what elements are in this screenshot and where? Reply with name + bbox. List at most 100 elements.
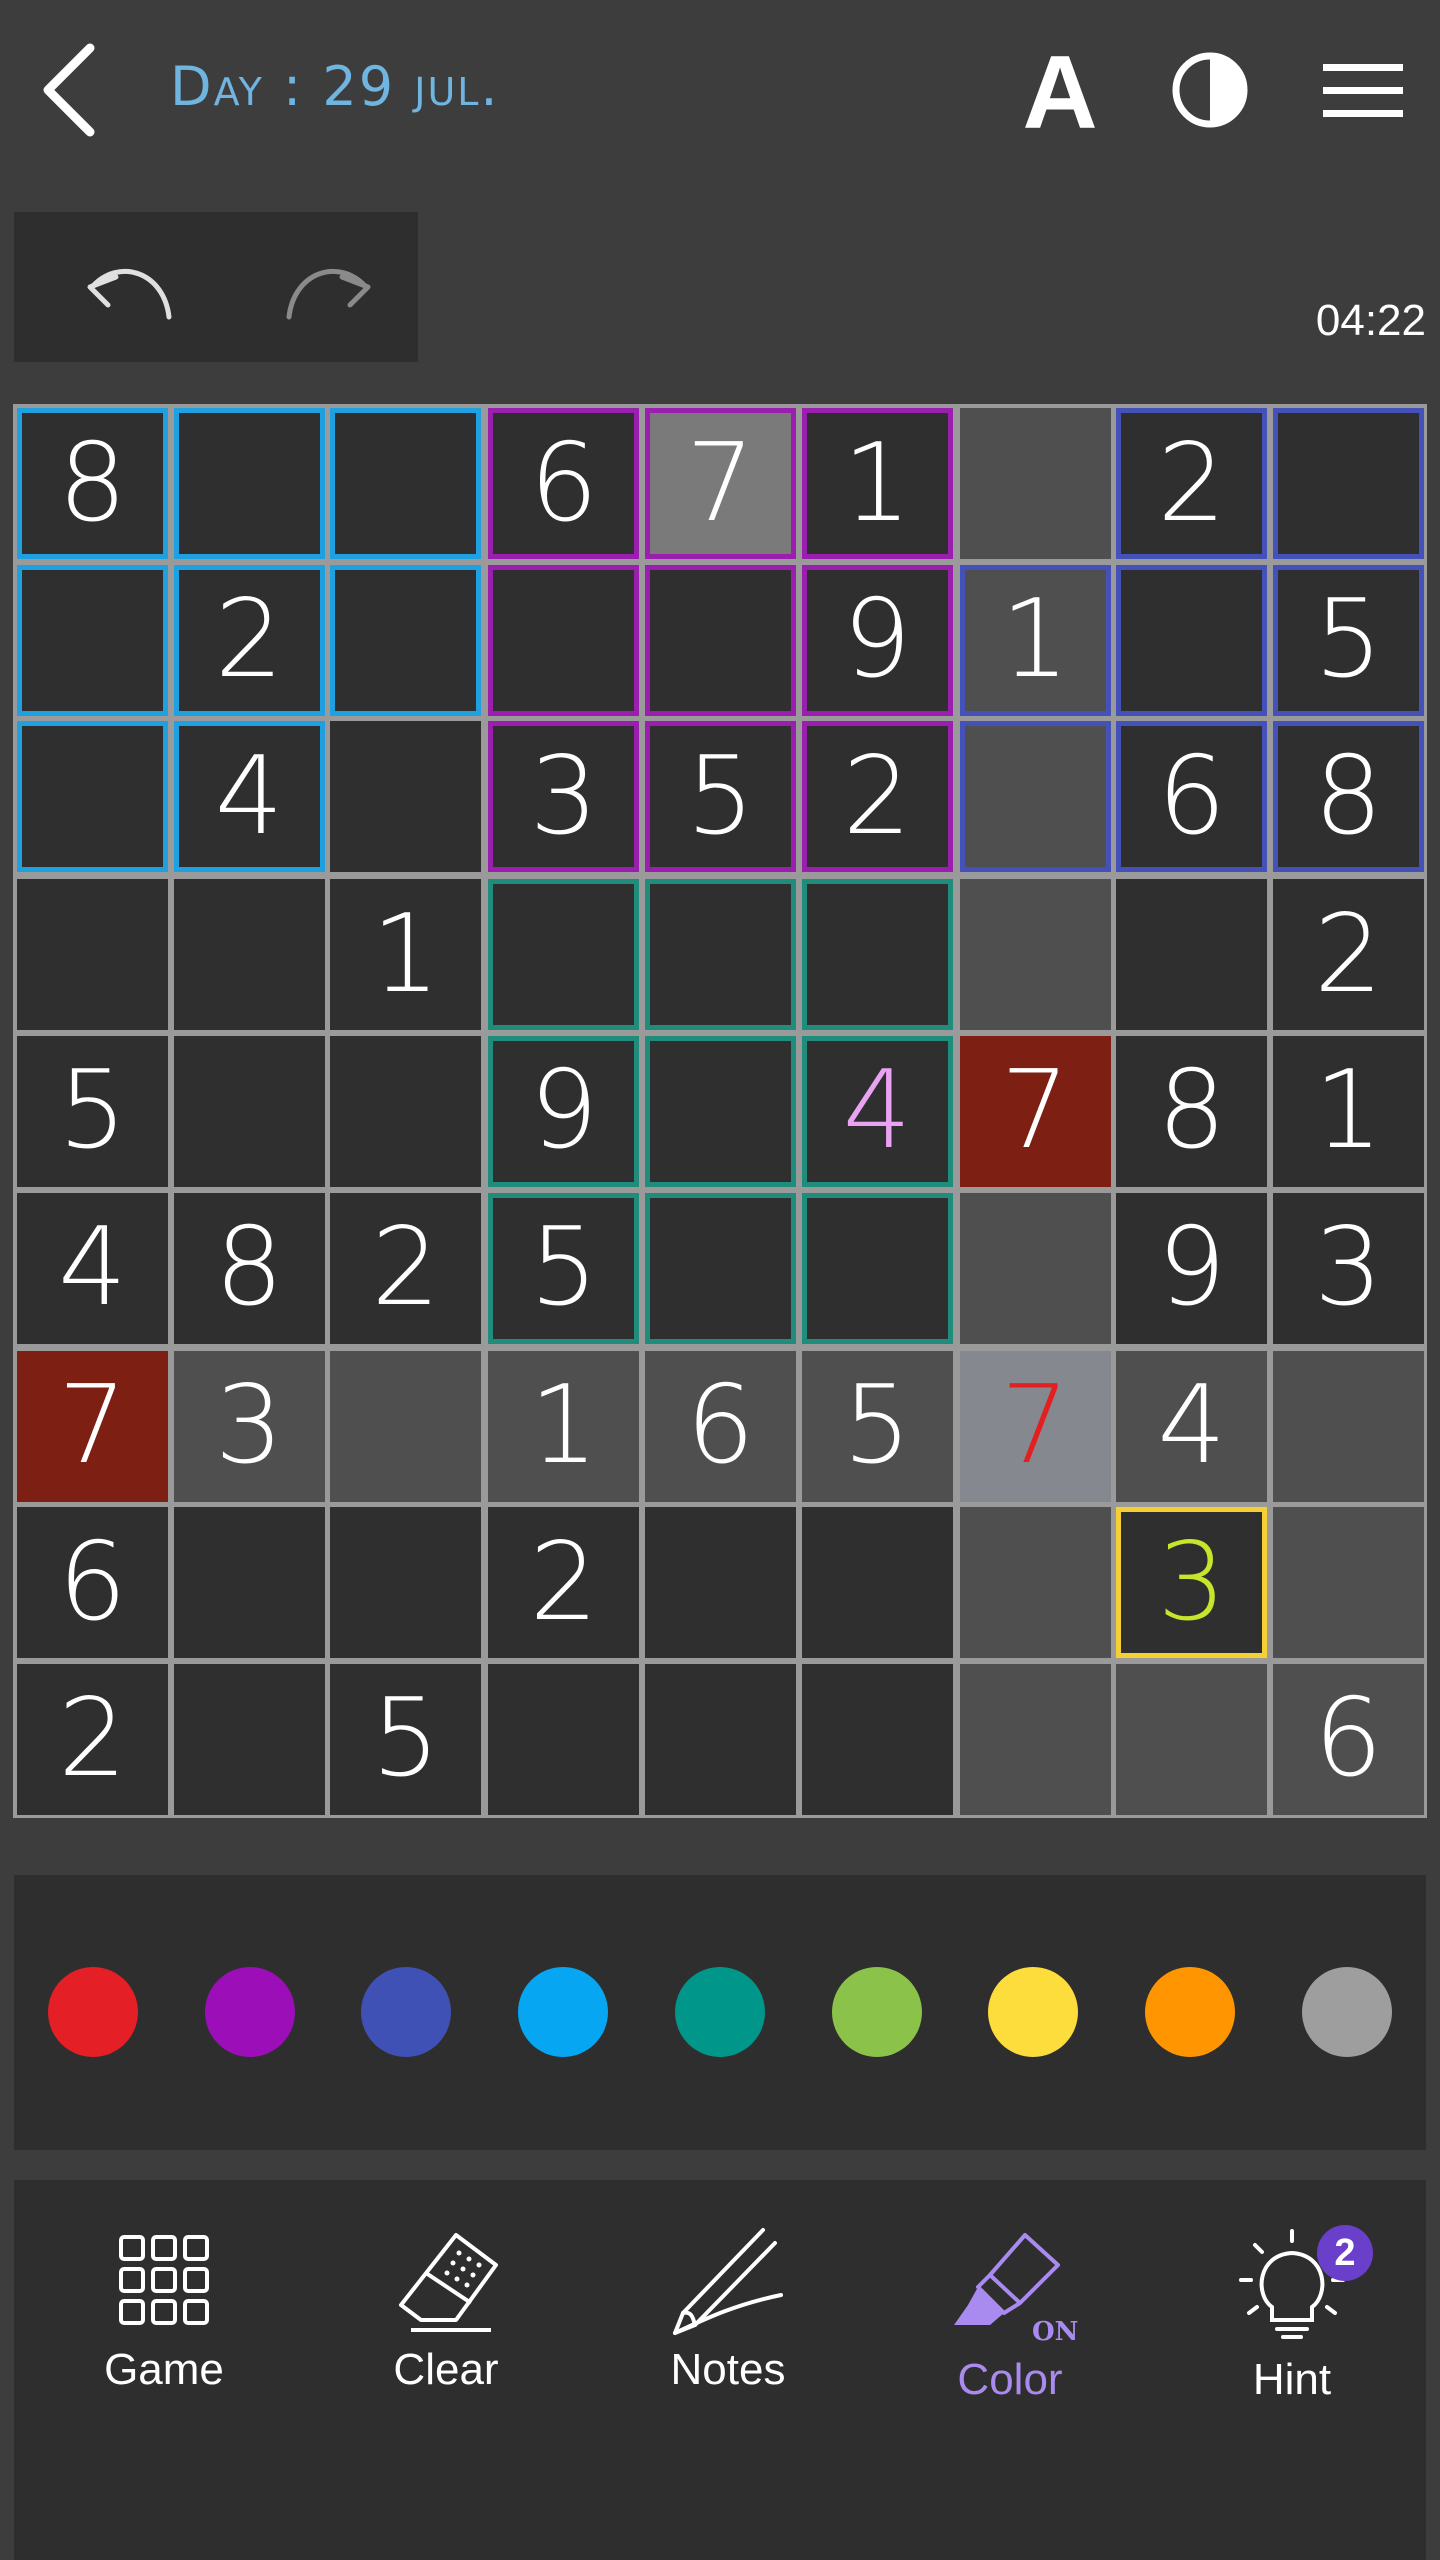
- board-cell[interactable]: [173, 1035, 325, 1187]
- board-cell[interactable]: 5: [1272, 564, 1424, 716]
- font-size-button[interactable]: A: [1010, 35, 1110, 151]
- color-button[interactable]: ON Color: [890, 2225, 1130, 2425]
- undo-button[interactable]: [64, 247, 194, 337]
- board-cell[interactable]: [173, 879, 325, 1031]
- board-cell[interactable]: 6: [488, 408, 640, 559]
- board-cell[interactable]: [644, 1663, 796, 1815]
- board-cell[interactable]: 2: [330, 1192, 482, 1344]
- board-cell[interactable]: [644, 564, 796, 716]
- board-cell[interactable]: [488, 879, 640, 1031]
- board-cell[interactable]: [173, 408, 325, 559]
- board-cell[interactable]: [17, 721, 168, 873]
- board-cell[interactable]: 7: [644, 408, 796, 559]
- board-cell[interactable]: [330, 1035, 482, 1187]
- board-cell[interactable]: 1: [959, 564, 1111, 716]
- color-swatch-indigo[interactable]: [361, 1967, 452, 2057]
- board-cell[interactable]: [17, 879, 168, 1031]
- board-cell[interactable]: [330, 1350, 482, 1502]
- color-swatch-purple[interactable]: [204, 1967, 295, 2057]
- board-cell[interactable]: 8: [1272, 721, 1424, 873]
- board-cell[interactable]: 9: [1116, 1192, 1268, 1344]
- board-cell[interactable]: [330, 408, 482, 559]
- board-cell[interactable]: 2: [488, 1507, 640, 1659]
- board-cell[interactable]: [17, 564, 168, 716]
- board-cell[interactable]: 2: [801, 721, 953, 873]
- color-swatch-teal[interactable]: [674, 1967, 765, 2057]
- board-cell[interactable]: [644, 1035, 796, 1187]
- board-cell[interactable]: [801, 1507, 953, 1659]
- board-cell[interactable]: 8: [17, 408, 168, 559]
- game-button[interactable]: Game: [44, 2225, 284, 2425]
- clear-button[interactable]: Clear: [326, 2225, 566, 2425]
- board-cell[interactable]: 5: [330, 1663, 482, 1815]
- board-cell[interactable]: [959, 721, 1111, 873]
- menu-button[interactable]: [1313, 40, 1413, 140]
- board-cell[interactable]: [801, 1192, 953, 1344]
- back-button[interactable]: [30, 40, 110, 140]
- board-cell[interactable]: [1272, 1350, 1424, 1502]
- board-cell[interactable]: 3: [488, 721, 640, 873]
- redo-button[interactable]: [264, 247, 394, 337]
- board-cell[interactable]: 7: [959, 1350, 1111, 1502]
- board-cell[interactable]: 9: [488, 1035, 640, 1187]
- board-cell[interactable]: 2: [17, 1663, 168, 1815]
- color-swatch-grey[interactable]: [1301, 1967, 1392, 2057]
- board-cell[interactable]: [801, 879, 953, 1031]
- board-cell[interactable]: [173, 1507, 325, 1659]
- board-cell[interactable]: [1272, 1507, 1424, 1659]
- board-cell[interactable]: [488, 564, 640, 716]
- board-cell[interactable]: [959, 408, 1111, 559]
- board-cell[interactable]: 3: [173, 1350, 325, 1502]
- board-cell[interactable]: [644, 1507, 796, 1659]
- board-cell[interactable]: 4: [801, 1035, 953, 1187]
- board-cell[interactable]: 4: [173, 721, 325, 873]
- theme-toggle-button[interactable]: [1160, 40, 1260, 140]
- board-cell[interactable]: 5: [801, 1350, 953, 1502]
- board-cell[interactable]: 9: [801, 564, 953, 716]
- board-cell[interactable]: 4: [17, 1192, 168, 1344]
- board-cell[interactable]: [644, 879, 796, 1031]
- board-cell[interactable]: [330, 721, 482, 873]
- board-cell[interactable]: [1116, 1663, 1268, 1815]
- board-cell[interactable]: [1116, 879, 1268, 1031]
- board-cell[interactable]: 6: [644, 1350, 796, 1502]
- board-cell[interactable]: [644, 1192, 796, 1344]
- board-cell[interactable]: [959, 1192, 1111, 1344]
- board-cell[interactable]: 5: [644, 721, 796, 873]
- board-cell[interactable]: 3: [1272, 1192, 1424, 1344]
- board-cell[interactable]: [330, 564, 482, 716]
- board-cell[interactable]: [1272, 408, 1424, 559]
- board-cell[interactable]: 1: [801, 408, 953, 559]
- board-cell[interactable]: 6: [17, 1507, 168, 1659]
- board-cell[interactable]: [801, 1663, 953, 1815]
- board-cell[interactable]: 6: [1116, 721, 1268, 873]
- color-swatch-yellow[interactable]: [988, 1967, 1079, 2057]
- board-cell[interactable]: 1: [488, 1350, 640, 1502]
- board-cell[interactable]: 7: [17, 1350, 168, 1502]
- board-cell[interactable]: [959, 1507, 1111, 1659]
- hint-button[interactable]: 2 Hint: [1172, 2225, 1412, 2425]
- board-cell[interactable]: 7: [959, 1035, 1111, 1187]
- color-swatch-red[interactable]: [48, 1967, 138, 2057]
- board-cell[interactable]: 5: [488, 1192, 640, 1344]
- board-cell[interactable]: [330, 1507, 482, 1659]
- board-cell[interactable]: [959, 879, 1111, 1031]
- board-cell[interactable]: 6: [1272, 1663, 1424, 1815]
- board-cell[interactable]: [488, 1663, 640, 1815]
- board-cell[interactable]: [173, 1663, 325, 1815]
- board-cell[interactable]: 8: [1116, 1035, 1268, 1187]
- board-cell[interactable]: 1: [330, 879, 482, 1031]
- board-cell[interactable]: [959, 1663, 1111, 1815]
- board-cell[interactable]: 1: [1272, 1035, 1424, 1187]
- notes-button[interactable]: Notes: [608, 2225, 848, 2425]
- board-cell[interactable]: 5: [17, 1035, 168, 1187]
- color-swatch-light-blue[interactable]: [518, 1967, 609, 2057]
- board-cell[interactable]: 4: [1116, 1350, 1268, 1502]
- color-swatch-light-green[interactable]: [831, 1967, 922, 2057]
- board-cell[interactable]: 2: [1116, 408, 1268, 559]
- board-cell[interactable]: 2: [173, 564, 325, 716]
- board-cell[interactable]: 3: [1116, 1507, 1268, 1659]
- board-cell[interactable]: 2: [1272, 879, 1424, 1031]
- board-cell[interactable]: 8: [173, 1192, 325, 1344]
- color-swatch-orange[interactable]: [1144, 1967, 1235, 2057]
